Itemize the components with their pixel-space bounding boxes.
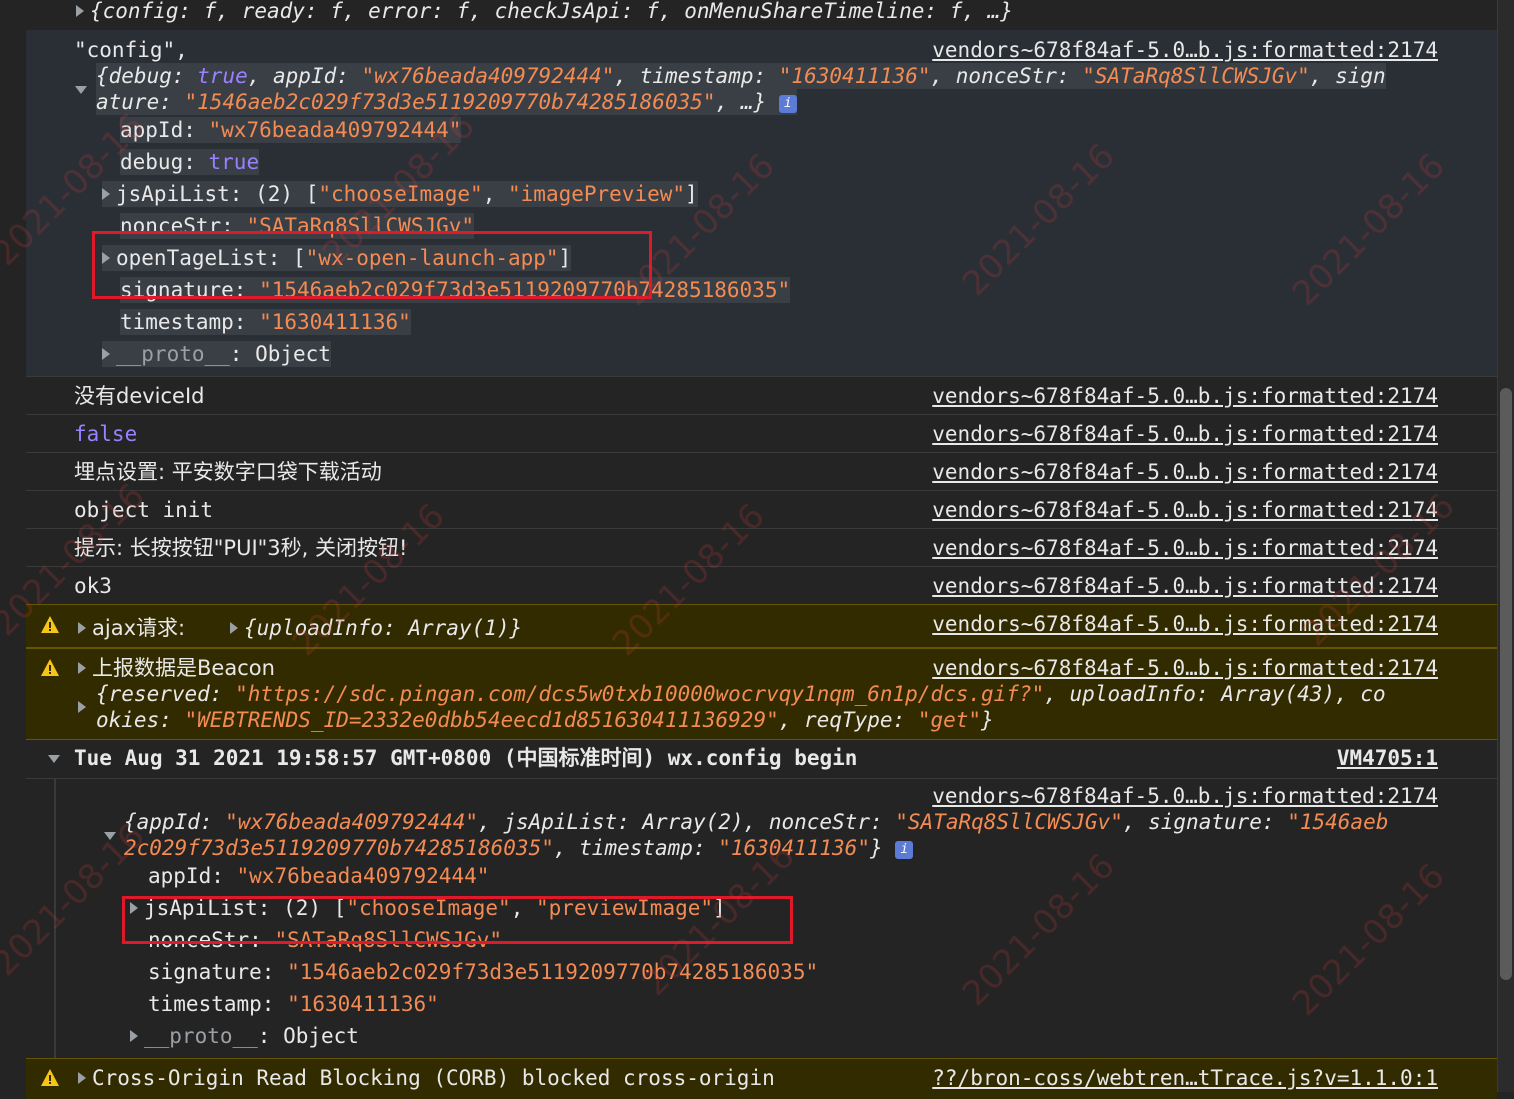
expand-triangle-icon[interactable] <box>78 622 86 634</box>
source-link[interactable]: VM4705:1 <box>1337 745 1438 771</box>
expand-triangle-icon[interactable] <box>102 188 110 200</box>
expand-triangle-icon[interactable] <box>102 348 110 360</box>
prop-debug: debug: true <box>120 149 260 175</box>
config-object-summary-line2[interactable]: ature: "1546aeb2c029f73d3e5119209770b742… <box>96 89 797 115</box>
expand-triangle-icon[interactable] <box>76 5 84 17</box>
watermark: 2021-08-16 <box>1284 855 1453 1025</box>
collapse-triangle-icon[interactable] <box>48 755 60 763</box>
expand-triangle-icon[interactable] <box>78 1072 86 1084</box>
source-link[interactable]: vendors~678f84af-5.0…b.js:formatted:2174 <box>932 37 1438 63</box>
watermark: 2021-08-16 <box>954 845 1123 1015</box>
prop-proto[interactable]: __proto__: Object <box>130 1023 359 1049</box>
source-link[interactable]: vendors~678f84af-5.0…b.js:formatted:2174 <box>932 421 1438 447</box>
warning-icon <box>41 659 59 676</box>
config-object-summary[interactable]: {debug: true, appId: "wx76beada409792444… <box>96 63 1386 89</box>
log-message: false <box>74 422 138 446</box>
beacon-object-line1[interactable]: {reserved: "https://sdc.pingan.com/dcs5w… <box>96 681 1386 707</box>
vertical-scrollbar[interactable] <box>1497 0 1514 1092</box>
collapse-triangle-icon[interactable] <box>75 86 87 94</box>
source-link[interactable]: vendors~678f84af-5.0…b.js:formatted:2174 <box>932 383 1438 409</box>
log-message: 没有deviceId <box>74 384 205 408</box>
prop-appid: appId: "wx76beada409792444" <box>120 117 462 143</box>
warning-icon <box>41 1069 59 1086</box>
source-link[interactable]: vendors~678f84af-5.0…b.js:formatted:2174 <box>932 783 1438 809</box>
expand-triangle-icon[interactable] <box>230 622 238 634</box>
top-object-summary[interactable]: {config: f, ready: f, error: f, checkJsA… <box>76 0 1013 24</box>
scrollbar-thumb[interactable] <box>1500 388 1512 980</box>
source-link[interactable]: vendors~678f84af-5.0…b.js:formatted:2174 <box>932 497 1438 523</box>
warning-message[interactable]: ajax请求: <box>78 615 185 641</box>
warning-object[interactable]: {uploadInfo: Array(1)} <box>230 615 522 641</box>
prop-timestamp: timestamp: "1630411136" <box>148 992 439 1016</box>
log-message: 提示: 长按按钮"PUI"3秒, 关闭按钮! <box>74 536 408 560</box>
warning-icon <box>41 616 59 633</box>
expand-triangle-icon[interactable] <box>130 1030 138 1042</box>
warning-message[interactable]: 上报数据是Beacon <box>78 655 275 681</box>
beacon-object-line2[interactable]: okies: "WEBTRENDS_ID=2332e0dbb54eecd1d85… <box>96 707 994 733</box>
source-link[interactable]: ??/bron-coss/webtren…tTrace.js?v=1.1.0:1 <box>932 1065 1438 1091</box>
prop-timestamp: timestamp: "1630411136" <box>120 309 411 335</box>
wxconfig-object-summary[interactable]: {appId: "wx76beada409792444", jsApiList:… <box>124 809 1388 835</box>
prop-proto[interactable]: __proto__: Object <box>102 341 331 367</box>
warning-message[interactable]: Cross-Origin Read Blocking (CORB) blocke… <box>78 1065 775 1091</box>
info-icon[interactable]: i <box>895 841 914 859</box>
expand-triangle-icon[interactable] <box>78 662 86 674</box>
prop-appid: appId: "wx76beada409792444" <box>148 864 490 888</box>
source-link[interactable]: vendors~678f84af-5.0…b.js:formatted:2174 <box>932 655 1438 681</box>
prop-signature: signature: "1546aeb2c029f73d3e5119209770… <box>148 960 819 984</box>
source-link[interactable]: vendors~678f84af-5.0…b.js:formatted:2174 <box>932 459 1438 485</box>
expand-triangle-icon[interactable] <box>78 701 86 713</box>
group-title: Tue Aug 31 2021 19:58:57 GMT+0800 (中国标准时… <box>74 746 858 770</box>
config-label: "config", <box>74 38 188 62</box>
info-icon[interactable]: i <box>778 95 797 113</box>
